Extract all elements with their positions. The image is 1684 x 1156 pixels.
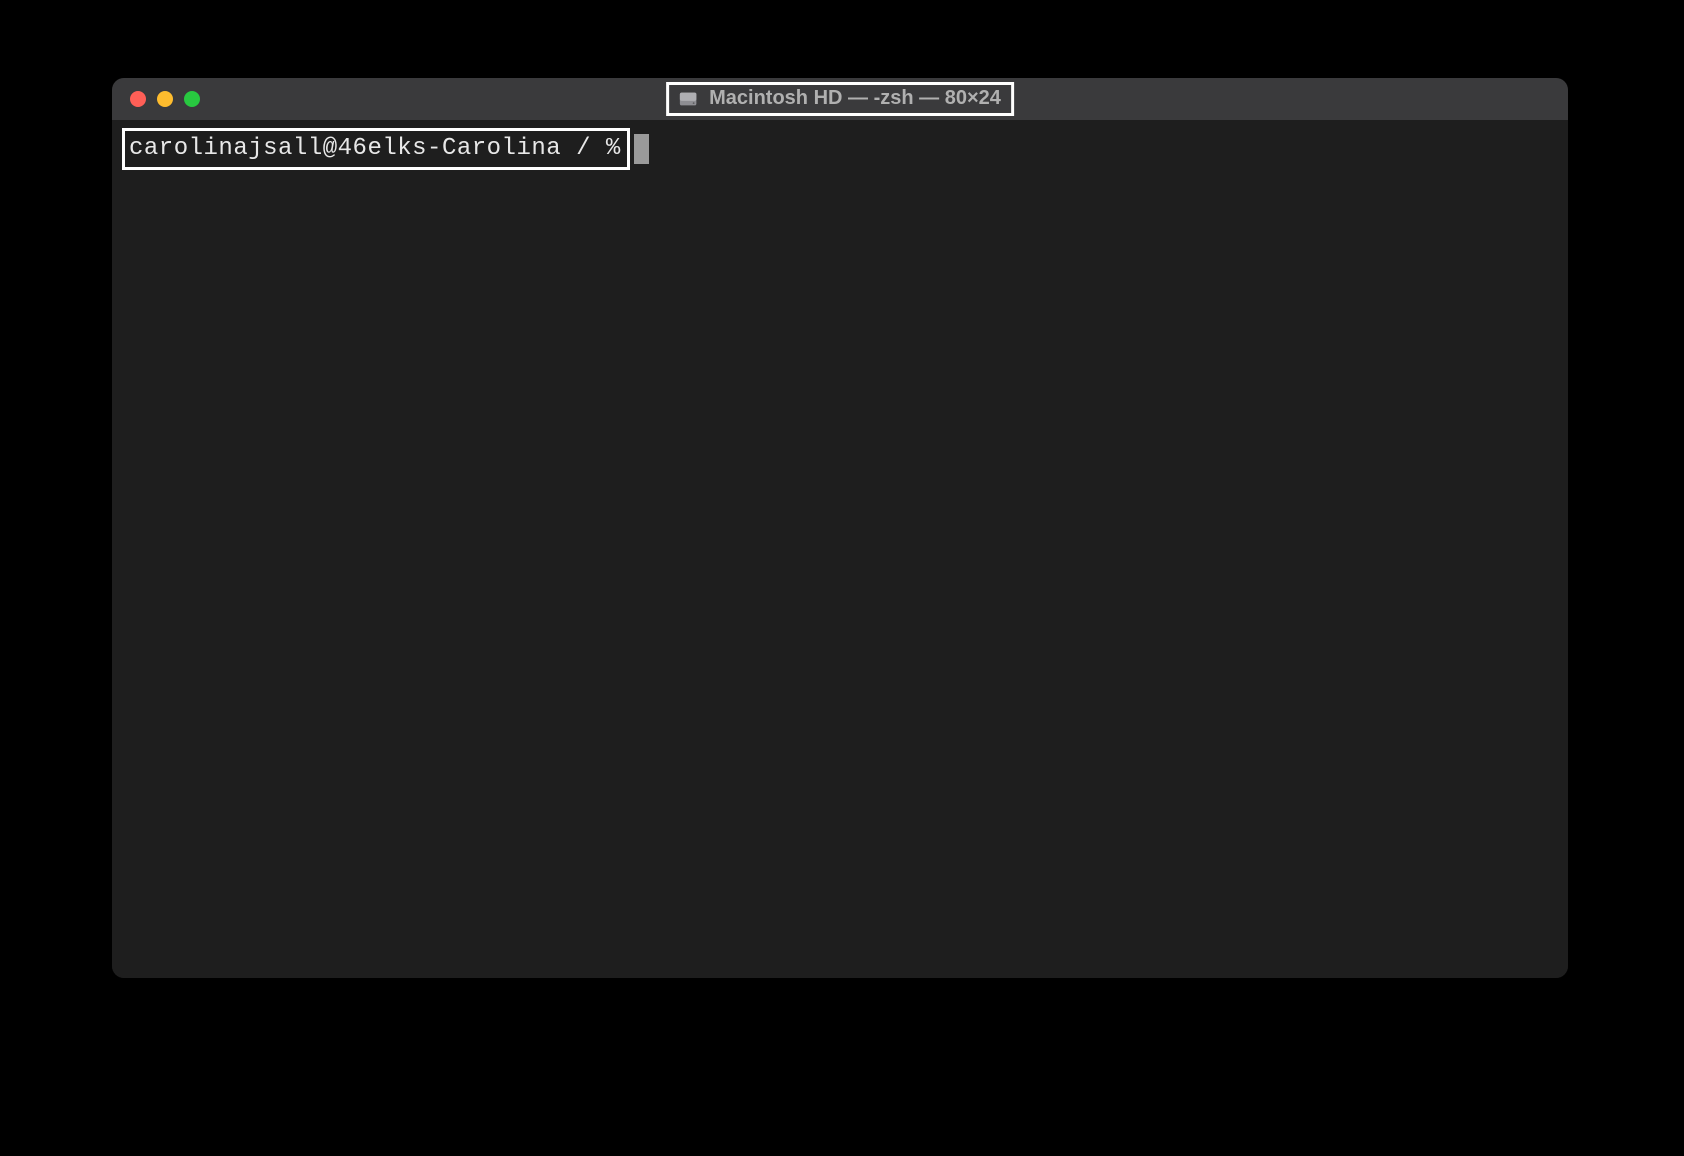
zoom-button[interactable] — [184, 91, 200, 107]
shell-prompt: carolinajsall@46elks-Carolina / % — [122, 128, 630, 170]
window-title-text: Macintosh HD — -zsh — 80×24 — [709, 87, 1001, 110]
window-titlebar[interactable]: Macintosh HD — -zsh — 80×24 — [112, 78, 1568, 120]
traffic-lights — [112, 91, 200, 107]
terminal-window: Macintosh HD — -zsh — 80×24 carolinajsal… — [112, 78, 1568, 978]
terminal-body[interactable]: carolinajsall@46elks-Carolina / % — [112, 120, 1568, 978]
minimize-button[interactable] — [157, 91, 173, 107]
close-button[interactable] — [130, 91, 146, 107]
disk-icon — [677, 88, 699, 110]
prompt-line: carolinajsall@46elks-Carolina / % — [122, 128, 649, 170]
text-cursor — [634, 134, 649, 164]
window-title: Macintosh HD — -zsh — 80×24 — [666, 82, 1014, 116]
